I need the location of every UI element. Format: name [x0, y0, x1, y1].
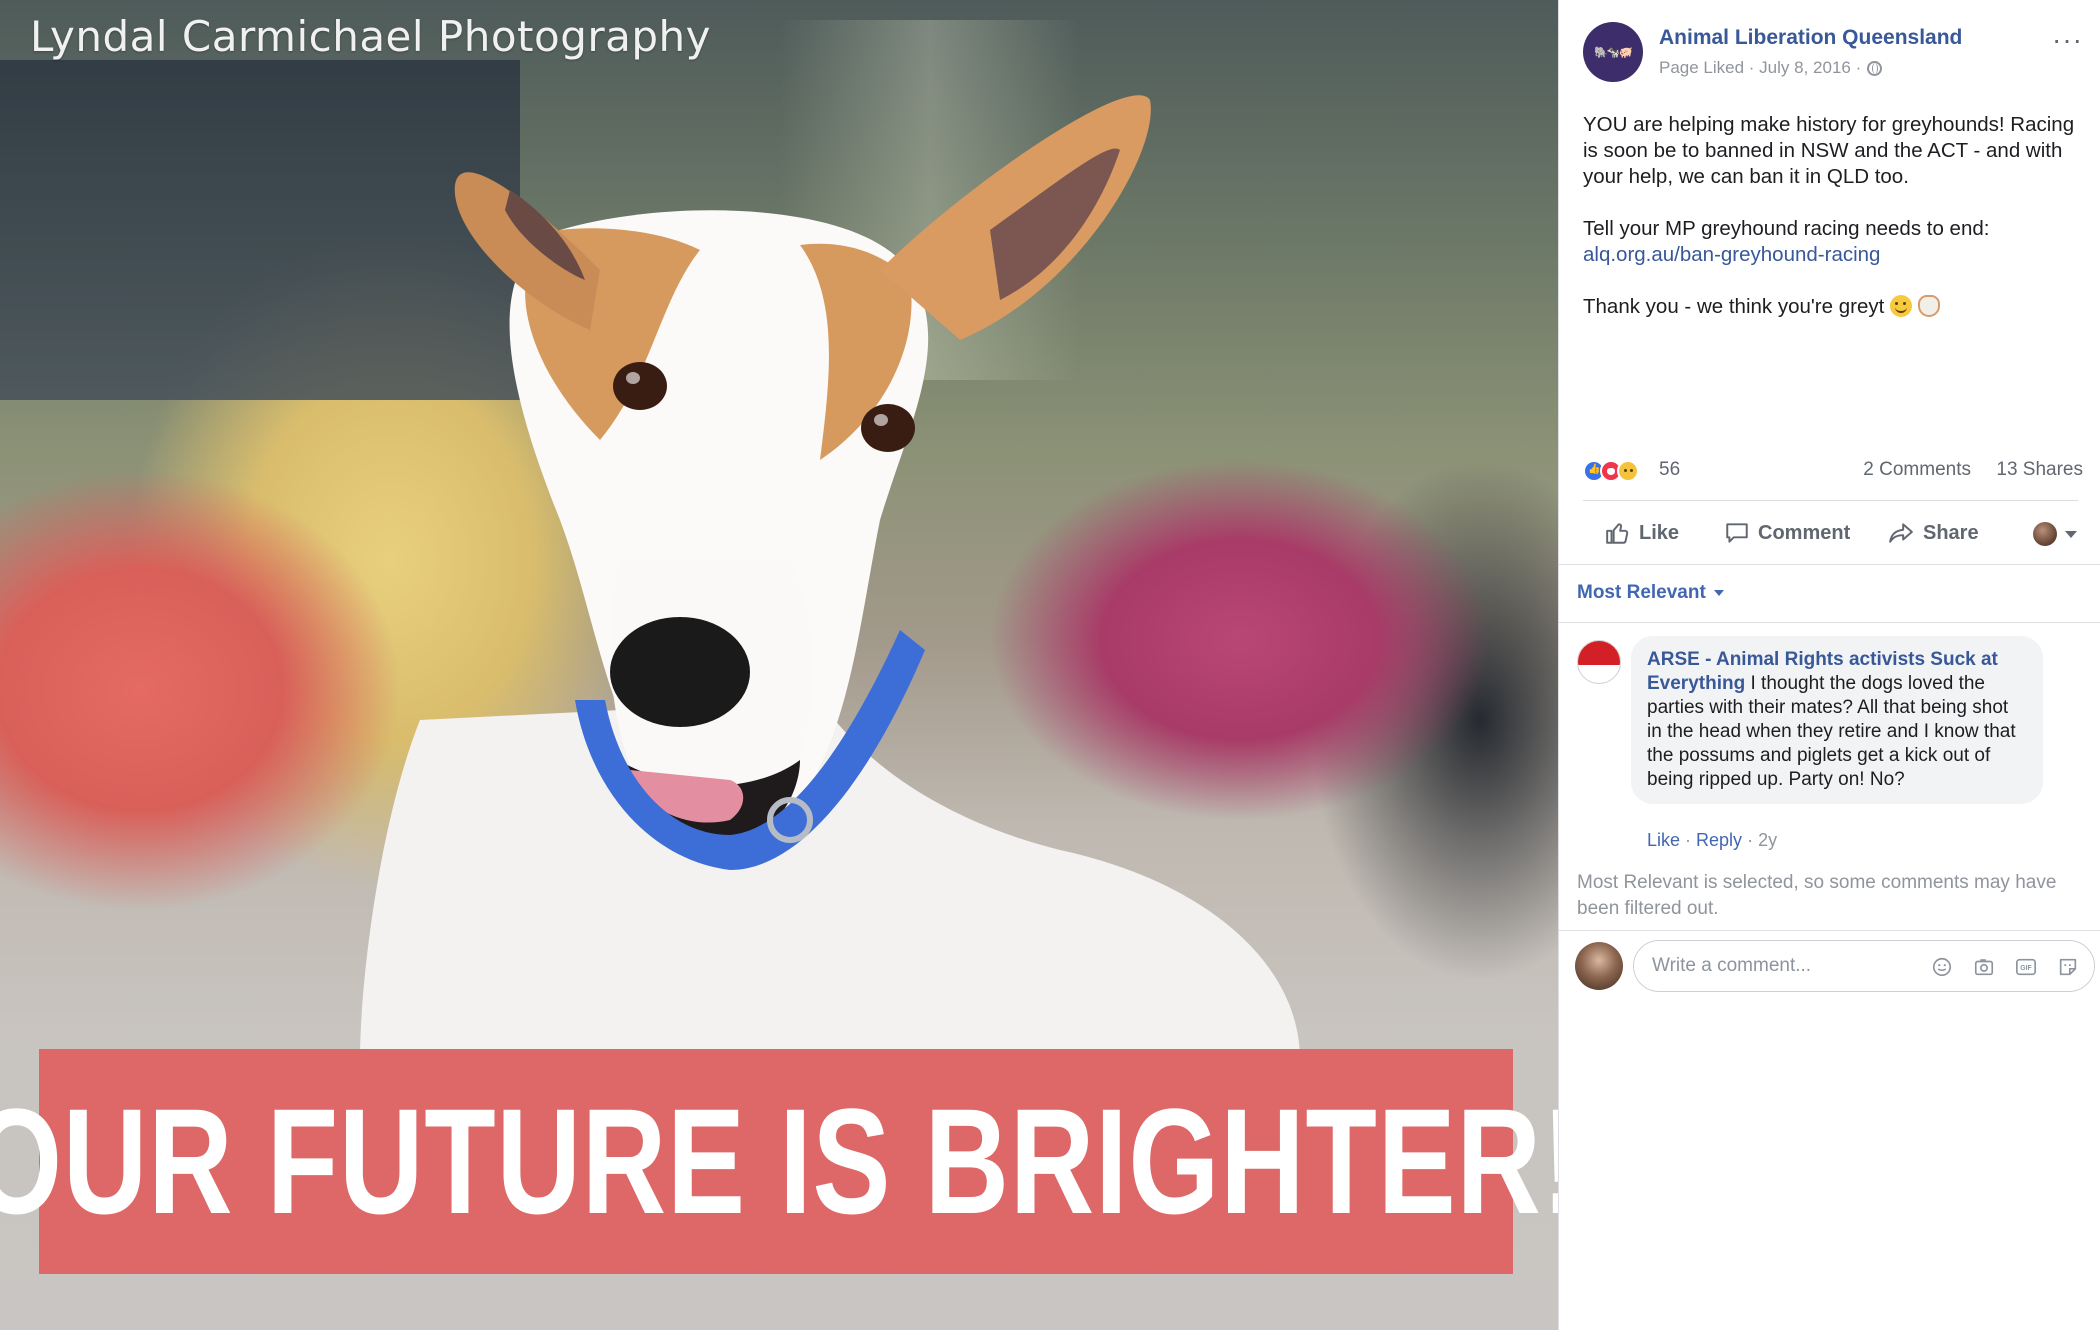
- photographer-watermark: Lyndal Carmichael Photography: [30, 12, 712, 61]
- divider: [1559, 622, 2100, 623]
- photo-banner: OUR FUTURE IS BRIGHTER!: [0, 1049, 1558, 1274]
- post-meta: Page Liked · July 8, 2016 ·: [1659, 58, 1883, 78]
- globe-icon: [1867, 61, 1883, 76]
- post-paragraph-text: Thank you - we think you're greyt: [1583, 295, 1885, 318]
- reaction-count[interactable]: 56: [1659, 459, 1680, 481]
- camera-icon[interactable]: [1972, 956, 1996, 978]
- post-paragraph: Tell your MP greyhound racing needs to e…: [1583, 216, 2083, 268]
- comment-like-link[interactable]: Like: [1647, 830, 1680, 850]
- shares-count[interactable]: 13 Shares: [1996, 459, 2083, 481]
- post-action-bar: Like Comment Share: [1583, 508, 2083, 556]
- post-link[interactable]: alq.org.au/ban-greyhound-racing: [1583, 243, 1880, 266]
- post-meta-text[interactable]: Page Liked · July 8, 2016 ·: [1659, 58, 1861, 77]
- comment-button[interactable]: Comment: [1724, 520, 1850, 546]
- composer-icons: GIF: [1930, 956, 2080, 978]
- more-options-icon[interactable]: ···: [2052, 26, 2083, 54]
- comment-button-label: Comment: [1758, 521, 1851, 544]
- sticker-icon[interactable]: [2056, 956, 2080, 978]
- page-avatar-logo-icon: 🐘🐄🐖: [1593, 46, 1633, 59]
- commenter-avatar-logo-icon: [1578, 641, 1620, 665]
- page-name-link[interactable]: Animal Liberation Queensland: [1659, 26, 1962, 50]
- thumbs-up-icon: [1606, 523, 1629, 544]
- comments-count[interactable]: 2 Comments: [1863, 459, 1971, 481]
- divider: [1559, 930, 2100, 931]
- post-side-panel: 🐘🐄🐖 Animal Liberation Queensland Page Li…: [1558, 0, 2100, 1330]
- filter-notice: Most Relevant is selected, so some comme…: [1577, 872, 2057, 919]
- svg-text:GIF: GIF: [2020, 965, 2031, 972]
- post-paragraph-text: Tell your MP greyhound racing needs to e…: [1583, 217, 1990, 240]
- comment-input[interactable]: Write a comment... GIF: [1633, 940, 2095, 992]
- smile-emoji-icon: [1890, 295, 1913, 317]
- caret-down-icon: [1713, 590, 1724, 596]
- comment-input-placeholder: Write a comment...: [1652, 955, 1812, 976]
- dog-emoji-icon: [1918, 295, 1941, 317]
- comment-composer: Write a comment... GIF: [1575, 940, 2095, 994]
- separator-dot: ·: [1685, 830, 1692, 850]
- banner-text: OUR FUTURE IS BRIGHTER!: [0, 1077, 1558, 1245]
- comment-bubble: ARSE - Animal Rights activists Suck at E…: [1631, 636, 2043, 804]
- reactions-bar: 56 2 Comments 13 Shares: [1583, 456, 2083, 486]
- gif-icon[interactable]: GIF: [2014, 956, 2038, 978]
- comment-sort-dropdown[interactable]: Most Relevant: [1577, 582, 1724, 604]
- comment-actions: Like · Reply · 2y: [1647, 830, 1777, 851]
- like-button[interactable]: Like: [1605, 520, 1679, 546]
- share-icon: [1889, 523, 1913, 543]
- sad-reaction-icon[interactable]: [1617, 460, 1639, 482]
- page-avatar[interactable]: 🐘🐄🐖: [1583, 22, 1643, 82]
- share-button-label: Share: [1923, 521, 1979, 544]
- chevron-down-icon[interactable]: [2065, 531, 2077, 538]
- emoji-icon[interactable]: [1930, 956, 1954, 978]
- like-button-label: Like: [1639, 521, 1680, 544]
- post-paragraph: Thank you - we think you're greyt: [1583, 294, 2083, 320]
- comment-reply-link[interactable]: Reply: [1696, 830, 1742, 850]
- viewer-avatar[interactable]: [2033, 522, 2057, 546]
- user-avatar[interactable]: [1575, 942, 1623, 990]
- commenter-avatar[interactable]: [1577, 640, 1621, 684]
- comment-icon: [1726, 523, 1748, 543]
- separator-dot: ·: [1747, 830, 1754, 850]
- post-paragraph: YOU are helping make history for greyhou…: [1583, 113, 2075, 188]
- divider: [1559, 564, 2100, 565]
- post-photo[interactable]: Lyndal Carmichael Photography OUR FUTURE…: [0, 0, 1558, 1330]
- share-button[interactable]: Share: [1887, 520, 1979, 546]
- comment-timestamp[interactable]: 2y: [1758, 830, 1777, 850]
- post-header: 🐘🐄🐖 Animal Liberation Queensland Page Li…: [1583, 22, 2083, 82]
- post-body: YOU are helping make history for greyhou…: [1583, 112, 2083, 346]
- comment-sort-label: Most Relevant: [1577, 582, 1706, 603]
- divider: [1583, 500, 2078, 501]
